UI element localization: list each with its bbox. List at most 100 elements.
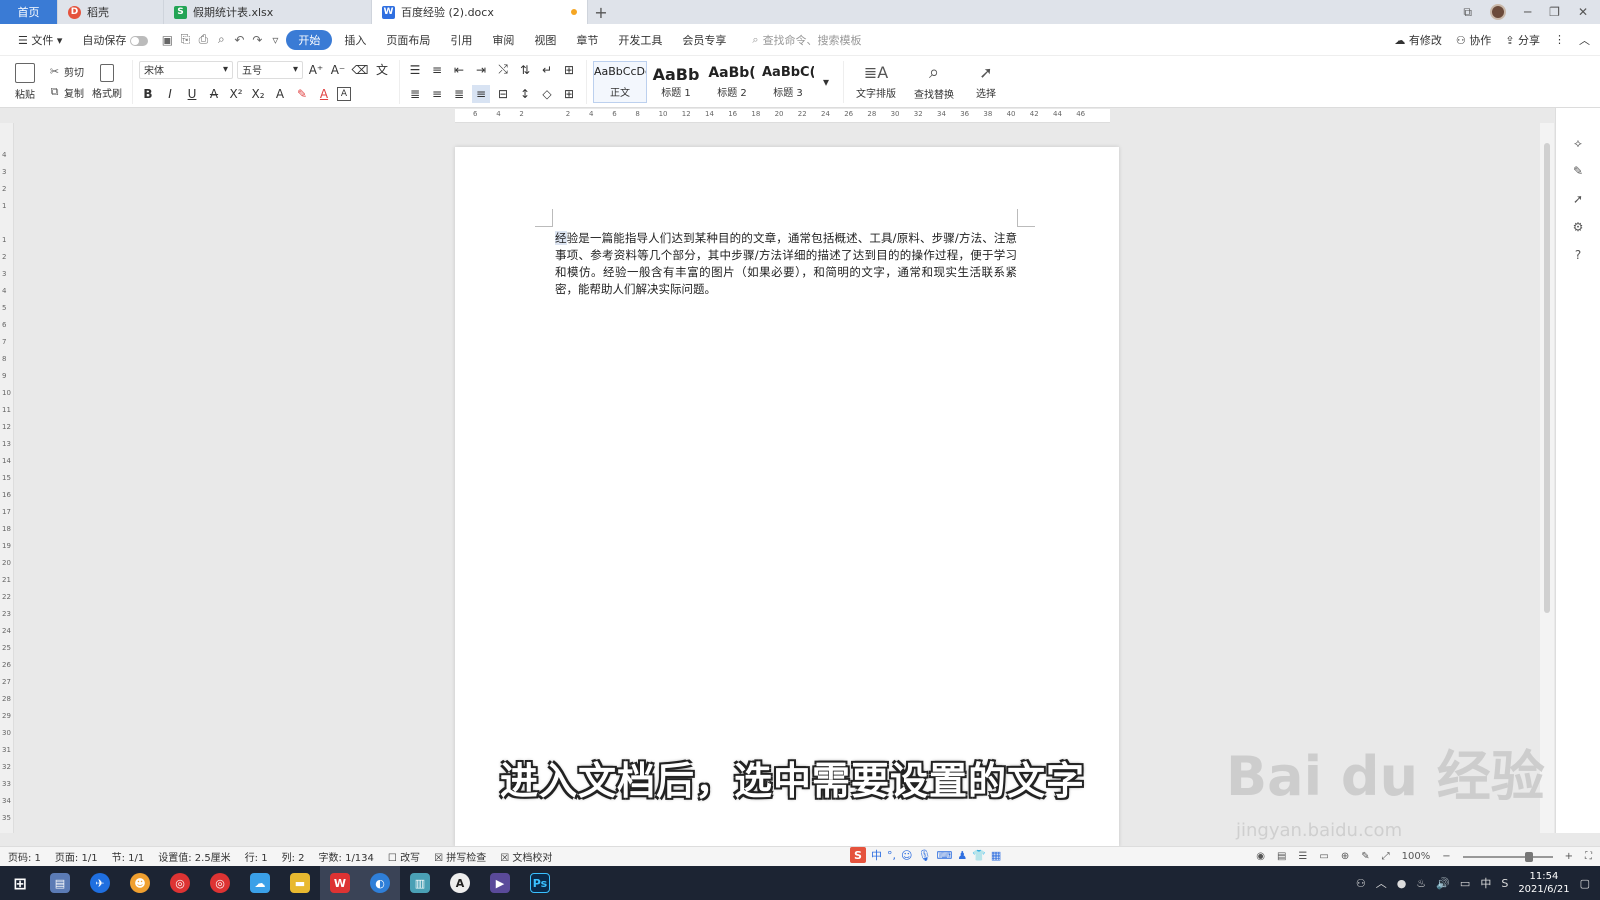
print-preview-icon[interactable]: ⌕ — [214, 32, 228, 47]
ime-toolbar[interactable]: S 中 °, ☺ 🎙 ⌨ ♟ 👕 ▦ — [850, 847, 1001, 863]
revise-toggle[interactable]: ☐ 改写 — [388, 849, 420, 864]
save-icon[interactable]: ▣ — [160, 33, 174, 47]
page-view-icon[interactable]: ▤ — [1277, 851, 1286, 862]
taskbar-app-orange[interactable]: ☻ — [120, 866, 160, 900]
close-icon[interactable]: ✕ — [1578, 5, 1588, 19]
file-menu[interactable]: ☰ 文件 ▾ — [10, 29, 70, 51]
styles-more-icon[interactable]: ▾ — [817, 73, 835, 91]
align-center-icon[interactable]: ≡ — [428, 85, 446, 103]
font-size-select[interactable]: 五号 ▾ — [237, 60, 303, 79]
zoom-out-icon[interactable]: − — [1442, 851, 1450, 862]
outline-view-icon[interactable]: ☰ — [1298, 851, 1307, 862]
ime-language[interactable]: 中 — [871, 847, 882, 863]
collaborate-button[interactable]: ⚇ 协作 — [1456, 32, 1491, 48]
help-icon[interactable]: ? — [1571, 248, 1585, 262]
status-position[interactable]: 设置值: 2.5厘米 — [158, 849, 230, 864]
distributed-icon[interactable]: ⊟ — [494, 85, 512, 103]
tray-sogou-icon[interactable]: S — [1501, 877, 1508, 890]
selected-text[interactable]: 经 — [555, 231, 567, 245]
edit-pen-icon[interactable]: ✎ — [1571, 164, 1585, 178]
underline-icon[interactable]: U — [183, 85, 201, 103]
zoom-in-icon[interactable]: + — [1565, 851, 1573, 862]
proofread-toggle[interactable]: ☒ 文档校对 — [500, 849, 552, 864]
undo-icon[interactable]: ↶ — [232, 33, 246, 47]
copy-button[interactable]: ⧉ 复制 — [48, 85, 84, 100]
shading-icon[interactable]: ◇ — [538, 85, 556, 103]
tab-docer[interactable]: D 稻壳 — [58, 0, 164, 24]
customize-chevron-icon[interactable]: ▿ — [268, 33, 282, 47]
line-break-icon[interactable]: ↵ — [538, 61, 556, 79]
taskbar-chrome-2[interactable]: ◎ — [200, 866, 240, 900]
tab-home[interactable]: 首页 — [0, 0, 58, 24]
command-search[interactable]: ⌕ 查找命令、搜索模板 — [752, 32, 861, 48]
reading-view-icon[interactable]: ▭ — [1319, 851, 1328, 862]
clock[interactable]: 11:54 2021/6/21 — [1518, 870, 1569, 896]
paste-button[interactable]: 粘贴 — [8, 60, 42, 104]
tray-app-icon[interactable]: ● — [1397, 877, 1407, 890]
ime-tools-icon[interactable]: ▦ — [991, 849, 1001, 862]
avatar[interactable] — [1489, 4, 1506, 20]
status-pages[interactable]: 页面: 1/1 — [55, 849, 98, 864]
people-icon[interactable]: ⚇ — [1356, 877, 1366, 890]
ime-user-icon[interactable]: ♟ — [957, 849, 967, 862]
status-page-num[interactable]: 页码: 1 — [8, 849, 41, 864]
settings-sliders-icon[interactable]: ⚙ — [1571, 220, 1585, 234]
format-painter-button[interactable]: 格式刷 — [90, 60, 124, 104]
fullscreen-icon[interactable]: ⛶ — [1585, 851, 1592, 862]
tab-references[interactable]: 引用 — [442, 29, 480, 51]
document-page[interactable]: 经验是一篇能指导人们达到某种目的的文章，通常包括概述、工具/原料、步骤/方法、注… — [455, 147, 1119, 847]
tray-app-icon[interactable]: ♨ — [1416, 877, 1426, 890]
style-heading-2[interactable]: AaBb(标题 2 — [705, 61, 759, 103]
changes-button[interactable]: ☁ 有修改 — [1394, 32, 1442, 48]
justify-icon[interactable]: ≡ — [472, 84, 490, 103]
status-section[interactable]: 节: 1/1 — [112, 849, 145, 864]
line-spacing-icon[interactable]: ↕ — [516, 85, 534, 103]
scrollbar-thumb[interactable] — [1544, 143, 1550, 613]
taskbar-media[interactable]: ▶ — [480, 866, 520, 900]
text-layout-button[interactable]: ≣A 文字排版 — [850, 60, 902, 104]
taskbar-browser[interactable]: ◐ — [360, 866, 400, 900]
text-effect-icon[interactable]: A — [271, 85, 289, 103]
style-heading-1[interactable]: AaBb 标题 1 — [649, 61, 703, 103]
collapse-ribbon-icon[interactable]: ︿ — [1579, 32, 1590, 48]
tab-page-layout[interactable]: 页面布局 — [378, 29, 438, 51]
document-body[interactable]: 经验是一篇能指导人们达到某种目的的文章，通常包括概述、工具/原料、步骤/方法、注… — [555, 230, 1017, 298]
taskbar-explorer[interactable]: ▬ — [280, 866, 320, 900]
table-tools-icon[interactable]: ⊞ — [560, 61, 578, 79]
export-icon[interactable]: ⎘ — [178, 32, 192, 47]
cut-button[interactable]: ✂ 剪切 — [48, 64, 84, 79]
ime-skin-icon[interactable]: 👕 — [972, 849, 986, 862]
italic-icon[interactable]: I — [161, 85, 179, 103]
taskbar-notes[interactable]: ▤ — [40, 866, 80, 900]
more-icon[interactable]: ⋮ — [1554, 33, 1565, 46]
restore-icon[interactable]: ❐ — [1549, 5, 1560, 19]
volume-icon[interactable]: 🔊 — [1436, 877, 1450, 890]
ime-keyboard-icon[interactable]: ⌨ — [936, 849, 952, 862]
numbered-list-icon[interactable]: ≡ — [428, 61, 446, 79]
tab-developer[interactable]: 开发工具 — [610, 29, 670, 51]
vertical-ruler[interactable]: 4 3 2 1 1 2 3 4 5 6 7 8 9 10 11 12 13 14 15 16 17 18 19 20 21 22 2… — [0, 123, 14, 833]
taskbar-wps[interactable]: W — [320, 866, 360, 900]
web-view-icon[interactable]: ⊕ — [1341, 851, 1349, 862]
clear-format-icon[interactable]: ⌫ — [351, 61, 369, 79]
taskbar-book[interactable]: ▥ — [400, 866, 440, 900]
window-switch-icon[interactable]: ⧉ — [1463, 5, 1472, 20]
decrease-indent-icon[interactable]: ⇤ — [450, 61, 468, 79]
autosave-toggle[interactable]: 自动保存 — [74, 29, 156, 51]
taskbar-app-blue[interactable]: ✈ — [80, 866, 120, 900]
style-heading-3[interactable]: AaBbC(标题 3 — [761, 61, 815, 103]
increase-indent-icon[interactable]: ⇥ — [472, 61, 490, 79]
borders-icon[interactable]: ⊞ — [560, 85, 578, 103]
font-color-icon[interactable]: A — [315, 85, 333, 103]
tab-view[interactable]: 视图 — [526, 29, 564, 51]
highlight-color-icon[interactable]: ✎ — [293, 85, 311, 103]
status-words[interactable]: 字数: 1/134 — [319, 849, 374, 864]
subscript-icon[interactable]: X₂ — [249, 85, 267, 103]
tray-expand-icon[interactable]: ︿ — [1376, 875, 1387, 891]
phonetic-guide-icon[interactable]: 文 — [373, 61, 391, 79]
network-icon[interactable]: ▭ — [1460, 877, 1470, 890]
ime-punct-icon[interactable]: °, — [887, 849, 896, 862]
bold-icon[interactable]: B — [139, 85, 157, 103]
grow-font-icon[interactable]: A⁺ — [307, 61, 325, 79]
style-normal[interactable]: AaBbCcDd 正文 — [593, 60, 647, 103]
